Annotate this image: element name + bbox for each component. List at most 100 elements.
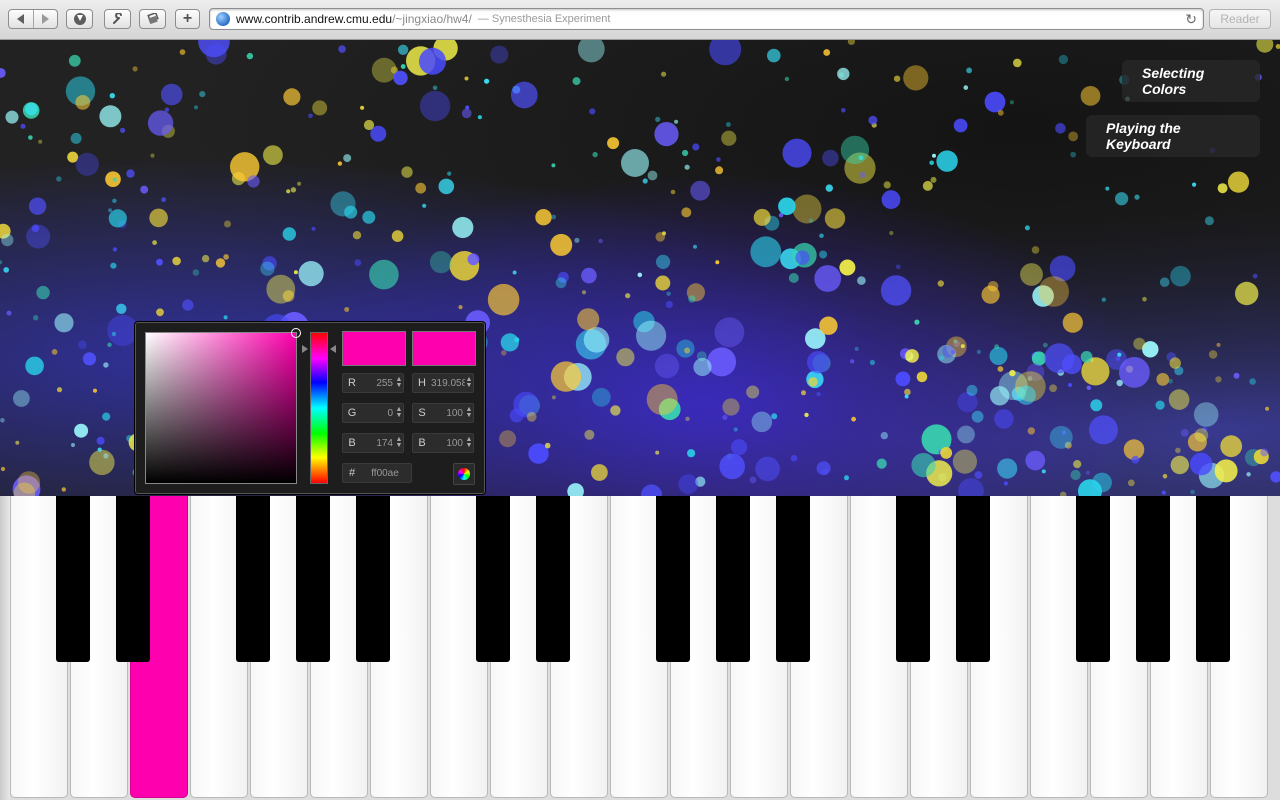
- bokeh-dot: [96, 436, 105, 445]
- stepper-icon[interactable]: ▲ ▼: [465, 376, 473, 389]
- hex-field[interactable]: # ff00ae: [342, 463, 412, 483]
- bokeh-dot: [782, 138, 812, 168]
- bokeh-dot: [715, 260, 720, 265]
- reader-button[interactable]: Reader: [1209, 9, 1271, 29]
- blue-field[interactable]: B 174 ▲ ▼: [342, 433, 404, 453]
- bokeh-dot: [1068, 383, 1072, 387]
- bokeh-dot: [487, 283, 520, 316]
- plus-icon: +: [182, 10, 193, 27]
- bokeh-dot: [0, 68, 6, 78]
- bokeh-dot: [583, 327, 610, 353]
- bokeh-dot: [883, 181, 891, 189]
- back-button[interactable]: [9, 10, 33, 28]
- new-tab-button[interactable]: +: [175, 9, 200, 29]
- bokeh-dot: [655, 116, 661, 122]
- nav-selecting-colors[interactable]: Selecting Colors: [1122, 60, 1260, 102]
- bokeh-dot: [1085, 470, 1090, 475]
- black-key[interactable]: [236, 496, 270, 662]
- bokeh-dot: [1175, 447, 1181, 454]
- red-field[interactable]: R 255 ▲ ▼: [342, 373, 404, 393]
- bokeh-dot: [551, 395, 556, 400]
- settings-button[interactable]: [104, 9, 131, 29]
- bokeh-dot: [308, 113, 313, 119]
- black-key[interactable]: [476, 496, 510, 662]
- bokeh-dot: [140, 185, 149, 194]
- bokeh-dot: [354, 259, 362, 267]
- black-key[interactable]: [1196, 496, 1230, 662]
- bokeh-dot: [461, 108, 472, 119]
- saturation-field[interactable]: S 100 ▲ ▼: [412, 403, 474, 423]
- bokeh-dot: [432, 85, 438, 91]
- nav-playing-keyboard[interactable]: Playing the Keyboard: [1086, 115, 1260, 157]
- bokeh-dot: [400, 64, 406, 69]
- current-color-swatch[interactable]: [412, 331, 476, 366]
- bokeh-dot: [1042, 342, 1048, 348]
- bokeh-dot: [422, 203, 427, 208]
- black-key[interactable]: [356, 496, 390, 662]
- address-bar[interactable]: www.contrib.andrew.cmu.edu /~jingxiao/hw…: [209, 8, 1204, 30]
- bokeh-dot: [642, 178, 648, 184]
- top-sites-button[interactable]: [139, 9, 166, 29]
- wrench-icon: [112, 13, 122, 24]
- reload-icon[interactable]: ↻: [1185, 11, 1197, 28]
- bokeh-dot: [778, 197, 796, 216]
- stepper-icon[interactable]: ▲ ▼: [395, 376, 403, 389]
- bokeh-dot: [1142, 296, 1147, 302]
- bokeh-dot: [286, 189, 291, 194]
- bokeh-dot: [1204, 216, 1214, 226]
- black-key[interactable]: [956, 496, 990, 662]
- bokeh-dot: [940, 447, 953, 459]
- bokeh-dot: [70, 132, 82, 144]
- black-key[interactable]: [656, 496, 690, 662]
- bokeh-dot: [939, 355, 945, 361]
- bokeh-dot: [751, 411, 773, 433]
- bokeh-dot: [108, 209, 127, 228]
- bokeh-dot: [880, 431, 888, 440]
- color-wheel-button[interactable]: [453, 463, 475, 485]
- bokeh-dot: [655, 275, 671, 291]
- bokeh-dot: [916, 371, 928, 383]
- bokeh-dot: [391, 230, 404, 242]
- bokeh-dot: [1215, 376, 1222, 383]
- black-key[interactable]: [536, 496, 570, 662]
- bokeh-dot: [869, 359, 876, 366]
- color-marker[interactable]: [291, 328, 301, 338]
- bokeh-dot: [132, 66, 138, 72]
- bokeh-dot: [574, 237, 580, 243]
- bokeh-dot: [458, 305, 463, 310]
- black-key[interactable]: [716, 496, 750, 662]
- stepper-icon[interactable]: ▲ ▼: [465, 436, 473, 449]
- bokeh-dot: [156, 308, 164, 317]
- stepper-icon[interactable]: ▲ ▼: [465, 406, 473, 419]
- black-key[interactable]: [1076, 496, 1110, 662]
- black-key[interactable]: [896, 496, 930, 662]
- stepper-icon[interactable]: ▲ ▼: [395, 436, 403, 449]
- black-key[interactable]: [1136, 496, 1170, 662]
- bokeh-dot: [841, 108, 846, 113]
- bokeh-dot: [312, 100, 328, 116]
- back-forward-buttons[interactable]: [8, 9, 58, 29]
- bokeh-dot: [15, 440, 20, 445]
- bokeh-dot: [25, 356, 44, 376]
- brightness-field[interactable]: B 100 ▲ ▼: [412, 433, 474, 453]
- downloads-button[interactable]: [66, 9, 93, 29]
- forward-button[interactable]: [32, 10, 58, 28]
- bokeh-dot: [1162, 473, 1168, 479]
- black-key[interactable]: [116, 496, 150, 662]
- black-key[interactable]: [776, 496, 810, 662]
- black-key[interactable]: [56, 496, 90, 662]
- green-field[interactable]: G 0 ▲ ▼: [342, 403, 404, 423]
- bokeh-dot: [997, 458, 1018, 479]
- hue-field[interactable]: H 319.058 ▲ ▼: [412, 373, 474, 393]
- bokeh-dot: [994, 409, 1014, 429]
- black-key[interactable]: [296, 496, 330, 662]
- stepper-icon[interactable]: ▲ ▼: [395, 406, 403, 419]
- saturation-brightness-field[interactable]: [145, 328, 301, 484]
- bokeh-dot: [819, 250, 828, 259]
- bokeh-dot: [126, 169, 135, 178]
- bokeh-dot: [688, 295, 696, 303]
- bokeh-dot: [343, 154, 352, 163]
- bokeh-dot: [51, 349, 58, 355]
- hue-slider[interactable]: [310, 332, 328, 484]
- bokeh-dot: [1058, 54, 1069, 65]
